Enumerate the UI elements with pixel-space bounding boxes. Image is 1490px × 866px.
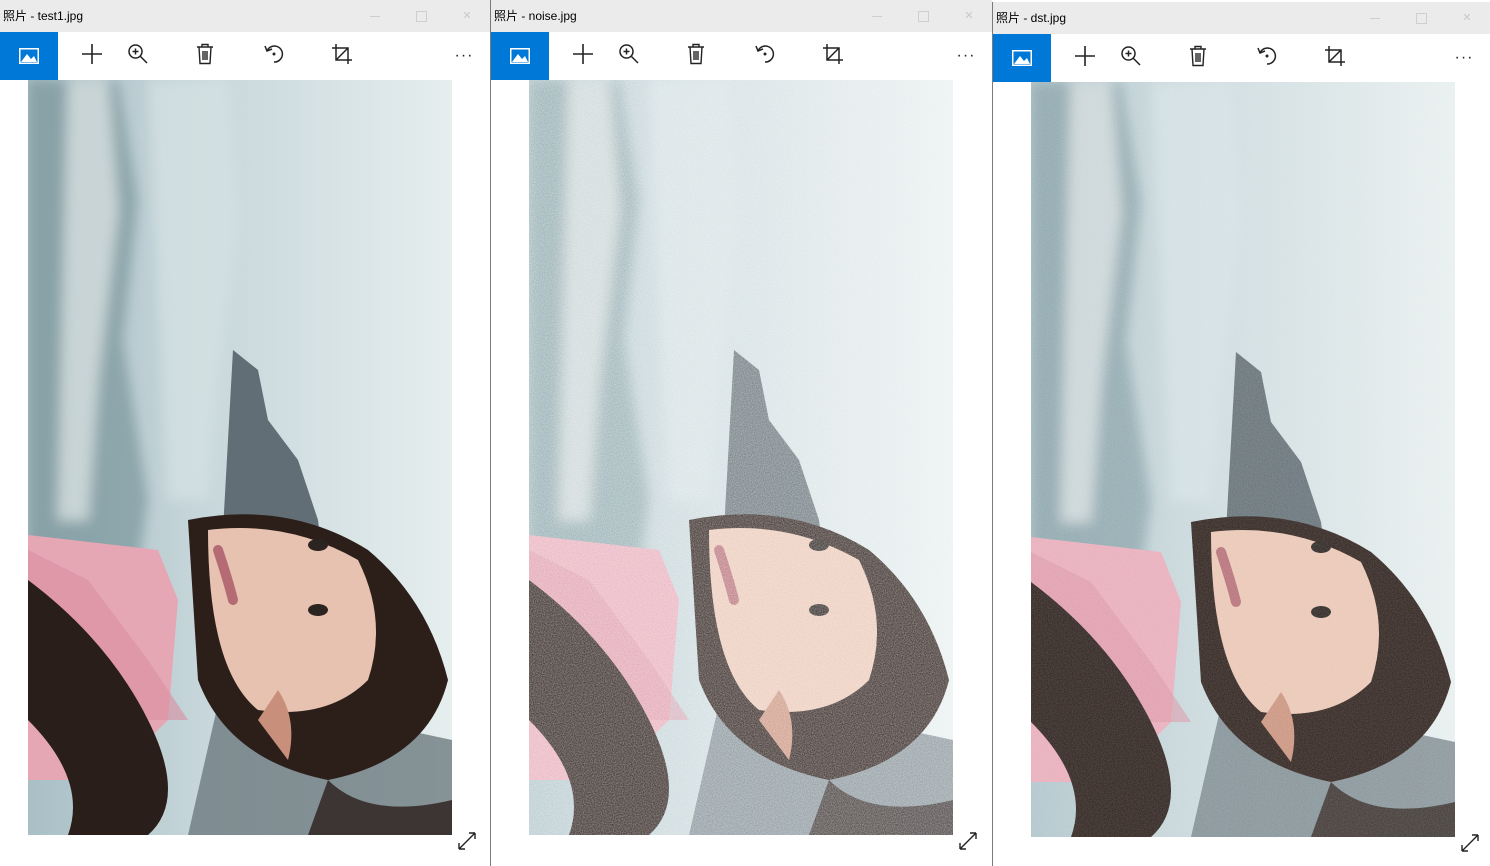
zoom-button[interactable] [605, 32, 653, 80]
image-canvas [0, 80, 490, 866]
add-button[interactable] [1061, 34, 1109, 82]
trash-icon [1189, 45, 1207, 72]
rotate-button[interactable] [741, 32, 789, 80]
close-button[interactable]: ✕ [444, 0, 490, 32]
zoom-button[interactable] [1107, 34, 1155, 82]
title-bar[interactable]: 照片 - noise.jpg ✕ [491, 0, 992, 32]
toolbar: ··· [0, 32, 490, 80]
more-options-button[interactable]: ··· [1440, 34, 1488, 82]
expand-icon [958, 831, 978, 856]
photo-image [529, 80, 953, 835]
zoom-button[interactable] [114, 32, 162, 80]
window-title: 照片 - noise.jpg [494, 9, 577, 23]
trash-icon [196, 43, 214, 70]
title-bar[interactable]: 照片 - dst.jpg ✕ [993, 2, 1490, 34]
toolbar: ··· [993, 34, 1490, 82]
fullscreen-button[interactable] [456, 831, 478, 856]
image-canvas [491, 80, 992, 866]
photo[interactable] [28, 80, 452, 835]
window-title: 照片 - test1.jpg [3, 9, 84, 23]
window-controls: ✕ [854, 0, 992, 32]
crop-button[interactable] [318, 32, 366, 80]
photos-app-icon[interactable] [0, 32, 58, 80]
desktop: 照片 - test1.jpg ✕ ··· 照片 - noise.jpg ✕ ··… [0, 0, 1490, 866]
more-options-button[interactable]: ··· [440, 32, 488, 80]
rotate-icon [262, 42, 286, 71]
rotate-icon [1255, 44, 1279, 73]
plus-icon [1074, 45, 1096, 72]
zoom-in-icon [618, 43, 640, 70]
delete-button[interactable] [181, 32, 229, 80]
crop-icon [331, 43, 353, 70]
delete-button[interactable] [1174, 34, 1222, 82]
minimize-button[interactable] [854, 0, 900, 32]
crop-button[interactable] [809, 32, 857, 80]
fullscreen-button[interactable] [957, 831, 979, 856]
zoom-in-icon [1120, 45, 1142, 72]
fullscreen-button[interactable] [1459, 833, 1481, 858]
close-button[interactable]: ✕ [1444, 2, 1490, 34]
photos-window-original: 照片 - test1.jpg ✕ ··· [0, 0, 490, 866]
plus-icon [81, 43, 103, 70]
add-button[interactable] [559, 32, 607, 80]
expand-icon [1460, 833, 1480, 858]
expand-icon [457, 831, 477, 856]
crop-icon [822, 43, 844, 70]
photos-window-dst: 照片 - dst.jpg ✕ ··· [992, 2, 1490, 866]
title-bar[interactable]: 照片 - test1.jpg ✕ [0, 0, 490, 32]
crop-icon [1324, 45, 1346, 72]
more-options-button[interactable]: ··· [942, 32, 990, 80]
rotate-button[interactable] [250, 32, 298, 80]
window-title: 照片 - dst.jpg [996, 11, 1067, 25]
crop-button[interactable] [1311, 34, 1359, 82]
rotate-button[interactable] [1243, 34, 1291, 82]
trash-icon [687, 43, 705, 70]
photo[interactable] [529, 80, 953, 835]
photos-window-noise: 照片 - noise.jpg ✕ ··· [490, 0, 992, 866]
window-controls: ✕ [352, 0, 490, 32]
zoom-in-icon [127, 43, 149, 70]
rotate-icon [753, 42, 777, 71]
minimize-button[interactable] [1352, 2, 1398, 34]
minimize-button[interactable] [352, 0, 398, 32]
photo-image [28, 80, 452, 835]
plus-icon [572, 43, 594, 70]
photo[interactable] [1031, 82, 1455, 837]
close-button[interactable]: ✕ [946, 0, 992, 32]
delete-button[interactable] [672, 32, 720, 80]
maximize-button[interactable] [398, 0, 444, 32]
toolbar: ··· [491, 32, 992, 80]
window-controls: ✕ [1352, 2, 1490, 34]
maximize-button[interactable] [1398, 2, 1444, 34]
photos-app-icon[interactable] [993, 34, 1051, 82]
image-canvas [993, 82, 1490, 866]
photos-app-icon[interactable] [491, 32, 549, 80]
photo-image [1031, 82, 1455, 837]
maximize-button[interactable] [900, 0, 946, 32]
add-button[interactable] [68, 32, 116, 80]
